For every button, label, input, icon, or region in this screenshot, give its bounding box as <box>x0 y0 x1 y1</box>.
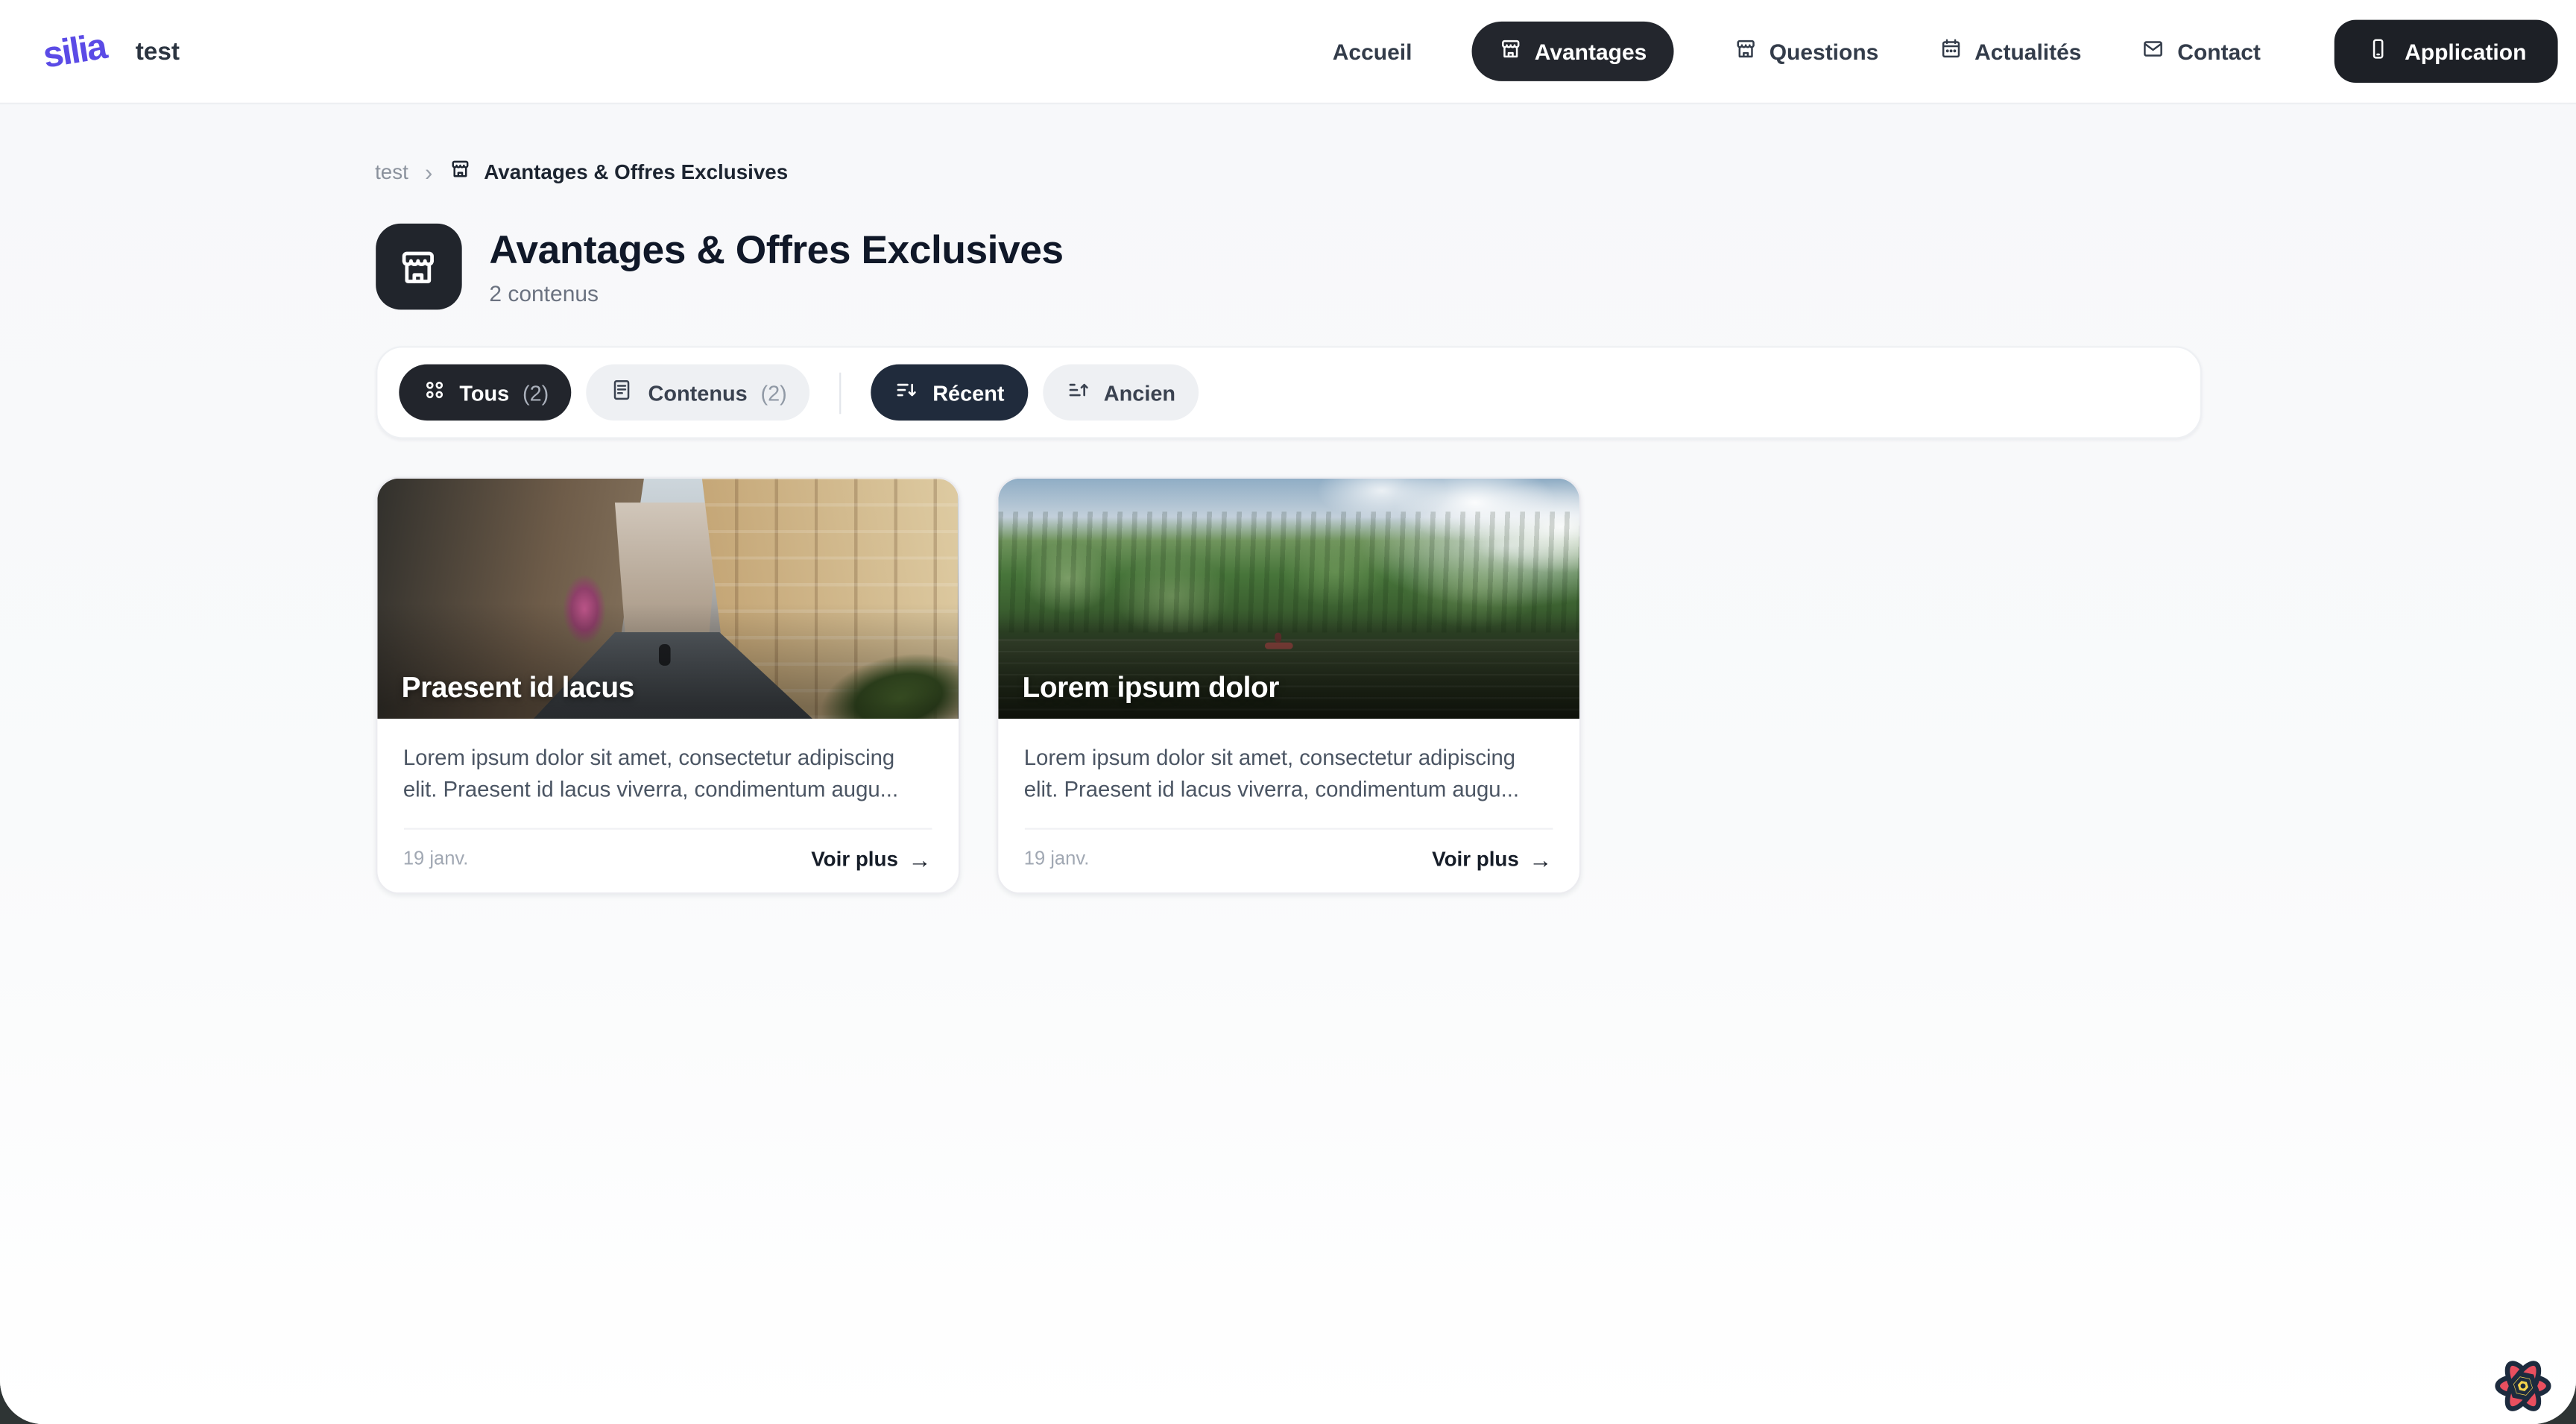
nav-item-avantages[interactable]: Avantages <box>1471 22 1673 81</box>
nav-item-actualites[interactable]: Actualités <box>1938 37 2081 66</box>
app-stage: silia test Accueil Avantages <box>0 0 2576 1424</box>
storefront-icon <box>375 224 461 309</box>
content-card-praesent[interactable]: Praesent id lacus Lorem ipsum dolor sit … <box>375 477 959 895</box>
card-description: Lorem ipsum dolor sit amet, consectetur … <box>403 743 932 806</box>
breadcrumb-current: Avantages & Offres Exclusives <box>449 157 789 186</box>
card-date: 19 janv. <box>1024 849 1090 869</box>
voir-plus-label: Voir plus <box>1432 848 1519 871</box>
page-subtitle: 2 contenus <box>489 280 1063 305</box>
top-navigation-bar: silia test Accueil Avantages <box>0 0 2576 104</box>
filter-tous-label: Tous <box>459 380 509 405</box>
sort-recent[interactable]: Récent <box>871 365 1028 421</box>
smartphone-icon <box>2365 37 2390 66</box>
nav-item-label: Accueil <box>1333 39 1412 63</box>
sort-asc-icon <box>1066 377 1090 407</box>
voir-plus-link[interactable]: Voir plus → <box>1432 846 1552 873</box>
main-nav: Accueil Avantages <box>1333 20 2558 83</box>
card-date: 19 janv. <box>403 849 469 869</box>
filter-bar: Tous (2) Contenus (2) <box>375 346 2201 438</box>
card-body: Lorem ipsum dolor sit amet, consectetur … <box>997 719 1579 892</box>
nav-item-label: Contact <box>2177 39 2261 63</box>
page-title: Avantages & Offres Exclusives <box>489 227 1063 274</box>
atom-icon[interactable] <box>2492 1355 2554 1417</box>
breadcrumb: test › Avantages & Offres Exclusives <box>375 157 2201 186</box>
mail-icon <box>2141 37 2165 66</box>
application-button-label: Application <box>2405 39 2526 63</box>
document-icon <box>610 377 634 407</box>
page-header: Avantages & Offres Exclusives 2 contenus <box>375 224 2201 309</box>
grid-dots-icon <box>421 377 446 407</box>
card-body: Lorem ipsum dolor sit amet, consectetur … <box>376 719 958 892</box>
chevron-right-icon: › <box>425 160 432 183</box>
storefront-icon <box>1733 37 1758 66</box>
main-content: test › Avantages & Offres Exclusives <box>0 104 2576 1424</box>
nav-item-accueil[interactable]: Accueil <box>1333 39 1412 63</box>
nav-item-contact[interactable]: Contact <box>2141 37 2260 66</box>
nav-item-label: Avantages <box>1535 39 1647 63</box>
arrow-right-icon: → <box>1529 846 1552 873</box>
arrow-right-icon: → <box>908 846 931 873</box>
alley-street-photo: Praesent id lacus <box>376 479 958 719</box>
card-description: Lorem ipsum dolor sit amet, consectetur … <box>1024 743 1553 806</box>
workspace-name: test <box>136 37 180 66</box>
storefront-icon <box>449 157 473 186</box>
app-sheet: silia test Accueil Avantages <box>0 0 2576 1424</box>
filter-contenus[interactable]: Contenus (2) <box>587 365 810 421</box>
sort-desc-icon <box>894 377 919 407</box>
nav-item-questions[interactable]: Questions <box>1733 37 1878 66</box>
swamp-lake-photo: Lorem ipsum dolor <box>997 479 1579 719</box>
content-grid: Praesent id lacus Lorem ipsum dolor sit … <box>375 477 2201 895</box>
sort-ancien-label: Ancien <box>1104 380 1175 405</box>
breadcrumb-current-label: Avantages & Offres Exclusives <box>484 160 788 183</box>
card-title: Praesent id lacus <box>402 671 634 706</box>
card-footer: 19 janv. Voir plus → <box>403 828 932 873</box>
voir-plus-label: Voir plus <box>811 848 898 871</box>
filter-divider <box>840 372 842 414</box>
content-card-lorem[interactable]: Lorem ipsum dolor Lorem ipsum dolor sit … <box>996 477 1580 895</box>
filter-tous-count: (2) <box>523 380 549 405</box>
page-header-text: Avantages & Offres Exclusives 2 contenus <box>489 227 1063 305</box>
filter-tous[interactable]: Tous (2) <box>398 365 572 421</box>
storefront-icon <box>1498 37 1523 66</box>
card-title: Lorem ipsum dolor <box>1023 671 1279 706</box>
voir-plus-link[interactable]: Voir plus → <box>811 846 931 873</box>
application-button[interactable]: Application <box>2334 20 2558 83</box>
filter-contenus-label: Contenus <box>648 380 748 405</box>
sort-ancien[interactable]: Ancien <box>1043 365 1199 421</box>
brand-logo[interactable]: silia <box>40 25 109 78</box>
nav-item-label: Actualités <box>1974 39 2081 63</box>
nav-item-label: Questions <box>1770 39 1879 63</box>
filter-contenus-count: (2) <box>760 380 786 405</box>
calendar-icon <box>1938 37 1963 66</box>
card-footer: 19 janv. Voir plus → <box>1024 828 1553 873</box>
sort-recent-label: Récent <box>932 380 1004 405</box>
breadcrumb-root[interactable]: test <box>375 160 408 183</box>
